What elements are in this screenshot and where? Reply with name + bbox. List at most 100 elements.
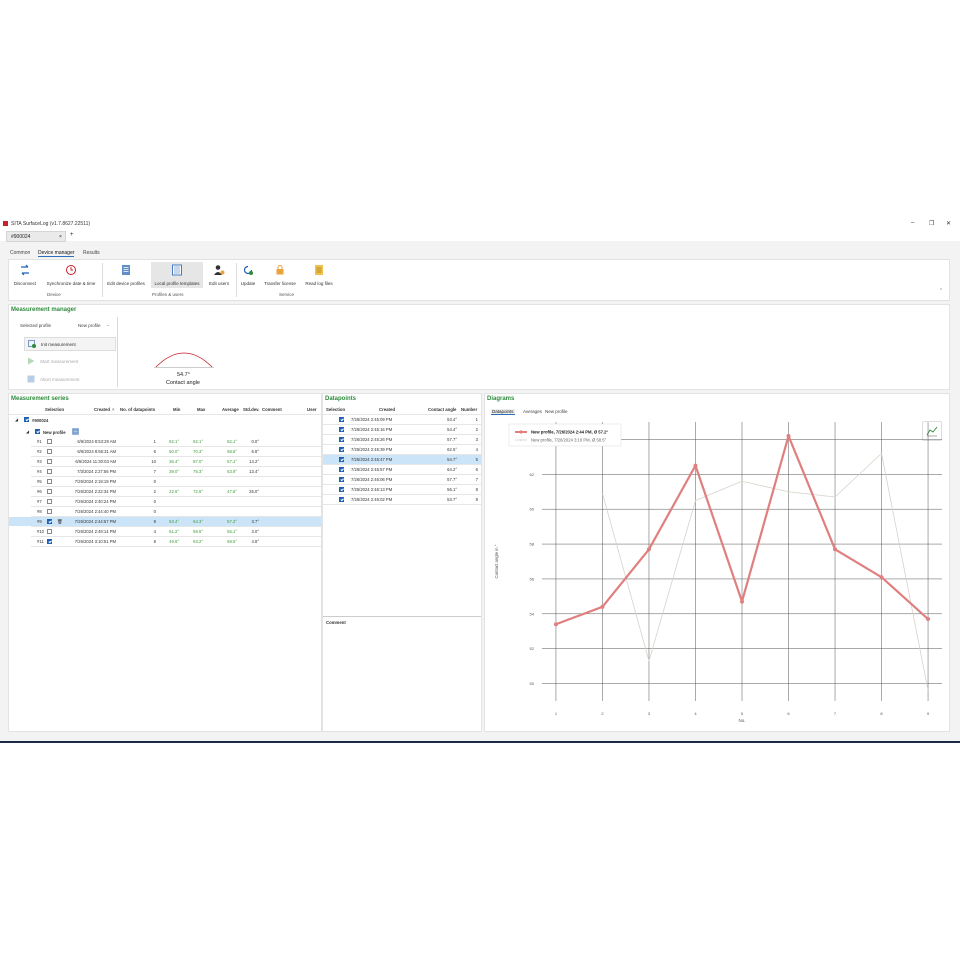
series-datapoint-count: 7	[153, 469, 156, 474]
series-row[interactable]: #5 7/26/2024 2:19:19 PM 0	[9, 479, 321, 486]
restore-button[interactable]: ❐	[929, 220, 934, 227]
col-created[interactable]: Created	[94, 407, 110, 412]
row-divider	[323, 424, 481, 425]
series-checkbox[interactable]	[47, 499, 52, 504]
delete-icon[interactable]: 🗑	[57, 519, 63, 525]
series-row[interactable]: #10 7/26/2024 2:49:14 PM 4 51.2° 59.6° 55.1° 3…	[9, 529, 321, 536]
x-axis-label: No.	[738, 718, 745, 723]
init-measurement-button[interactable]: Init measurement	[24, 337, 116, 351]
disconnect-button[interactable]: Disconnect	[11, 262, 39, 288]
col-selection[interactable]: Selection	[45, 407, 64, 412]
series-row[interactable]: #11 7/26/2024 3:10:51 PM 8 49.6° 63.2° 58.5° 4…	[9, 539, 321, 546]
dp-col-created[interactable]: Created	[379, 407, 395, 412]
series-row[interactable]: #1 6/6/2024 8:53:29 AM 1 62.1° 62.1° 62.1° 0.0…	[9, 439, 321, 446]
series-created: 6/6/2024 8:53:29 AM	[77, 439, 116, 444]
minimize-button[interactable]: –	[911, 220, 914, 226]
transfer-license-button[interactable]: Transfer license	[263, 262, 297, 288]
series-average: 63.9°	[227, 469, 237, 474]
series-checkbox[interactable]	[47, 509, 52, 514]
series-row[interactable]: #3 6/6/2024 11:30:03 AM 10 36.4° 87.0° 57.1° 1…	[9, 459, 321, 466]
sync-datetime-button[interactable]: Synchronize date & time	[45, 262, 97, 288]
datapoint-checkbox[interactable]	[339, 477, 344, 482]
col-stddev[interactable]: Std.dev.	[243, 407, 259, 412]
doc-tab-close-icon[interactable]: ×	[59, 234, 62, 240]
series-checkbox[interactable]	[47, 479, 52, 484]
root-checkbox[interactable]	[24, 417, 29, 422]
read-log-files-button[interactable]: Read log files	[303, 262, 335, 288]
tab-common[interactable]: Common	[10, 250, 30, 256]
expand-root-icon[interactable]: ◢	[15, 417, 18, 422]
datapoint-angle: 56.1°	[447, 487, 457, 492]
dp-col-selection[interactable]: Selection	[326, 407, 345, 412]
local-profile-templates-button[interactable]: Local profile templates	[151, 262, 203, 288]
datapoint-checkbox[interactable]	[339, 447, 344, 452]
series-row[interactable]: #2 6/6/2024 8:56:31 AM 6 50.0° 70.3° 58.6° 6.8…	[9, 449, 321, 456]
start-measurement-button[interactable]: Start measurement	[24, 355, 114, 367]
col-comment[interactable]: Comment	[262, 407, 282, 412]
datapoint-row[interactable]: 7/26/2024 2:45:09 PM 53.4° 1	[323, 417, 481, 424]
col-min[interactable]: Min	[173, 407, 180, 412]
tab-results[interactable]: Results	[83, 250, 100, 256]
profile-settings-icon[interactable]	[72, 428, 79, 435]
col-datapoints[interactable]: No. of datapoints	[120, 407, 155, 412]
datapoint-row[interactable]: 7/26/2024 2:46:06 PM 57.7° 7	[323, 477, 481, 484]
update-button[interactable]: Update	[239, 262, 257, 288]
series-checkbox[interactable]	[47, 449, 52, 454]
col-max[interactable]: Max	[197, 407, 205, 412]
y-tick-label: 56	[530, 576, 535, 581]
dp-col-number[interactable]: Number	[461, 407, 477, 412]
edit-users-button[interactable]: Edit users	[207, 262, 231, 288]
datapoint-checkbox[interactable]	[339, 497, 344, 502]
series-checkbox[interactable]	[47, 439, 52, 444]
datapoint-checkbox[interactable]	[339, 487, 344, 492]
collapse-ribbon-icon[interactable]: ⌃	[939, 288, 943, 294]
series-row[interactable]: #4 7/3/2024 2:27:56 PM 7 39.0° 75.3° 63.9° 13.…	[9, 469, 321, 476]
series-row[interactable]: #8 7/26/2024 2:44:40 PM 0	[9, 509, 321, 516]
close-window-button[interactable]: ✕	[946, 220, 951, 227]
abort-measurement-button[interactable]: Abort measurement	[24, 373, 114, 385]
datapoint-row[interactable]: 7/26/2024 2:46:13 PM 56.1° 8	[323, 487, 481, 494]
panel-divider	[117, 317, 118, 387]
datapoint-checkbox[interactable]	[339, 417, 344, 422]
series-checkbox[interactable]	[47, 539, 52, 544]
series-checkbox[interactable]	[47, 469, 52, 474]
profile-checkbox[interactable]	[35, 429, 40, 434]
series-id: #3	[37, 459, 42, 464]
contact-angle-value: 54.7°	[177, 372, 190, 378]
datapoint-row[interactable]: 7/26/2024 2:45:39 PM 62.5° 4	[323, 447, 481, 454]
row-divider	[31, 446, 321, 447]
series-row[interactable]: #9 🗑 7/26/2024 2:44:57 PM 9 53.4° 64.3° 57.2° 3…	[9, 519, 321, 526]
series-id: #11	[37, 539, 44, 544]
series-row[interactable]: #7 7/26/2024 2:40:24 PM 0	[9, 499, 321, 506]
row-divider	[31, 546, 321, 547]
col-average[interactable]: Average	[222, 407, 239, 412]
doc-tab[interactable]: #900024 ×	[6, 231, 66, 242]
ribbon-group-device: Device	[47, 292, 61, 297]
datapoint-checkbox[interactable]	[339, 467, 344, 472]
selected-profile-dropdown[interactable]: New profile ⌄	[75, 320, 113, 329]
dp-col-contact-angle[interactable]: Contact angle	[428, 407, 456, 412]
stop-icon	[27, 375, 35, 383]
datapoint-row[interactable]: 7/26/2024 2:45:47 PM 54.7° 5	[323, 457, 481, 464]
expand-profile-icon[interactable]: ◢	[26, 429, 29, 434]
datapoint-row[interactable]: 7/26/2024 2:45:26 PM 57.7° 3	[323, 437, 481, 444]
tab-device-manager[interactable]: Device manager	[38, 250, 75, 257]
series-row[interactable]: #6 7/26/2024 2:22:34 PM 2 22.6° 72.6° 47.6° 25…	[9, 489, 321, 496]
datapoint-checkbox[interactable]	[339, 457, 344, 462]
new-tab-button[interactable]: +	[70, 232, 74, 238]
datapoint-row[interactable]: 7/26/2024 2:45:57 PM 64.2° 6	[323, 467, 481, 474]
series-checkbox[interactable]	[47, 459, 52, 464]
series-datapoint-count: 4	[153, 529, 156, 534]
edit-device-profiles-button[interactable]: Edit device profiles	[106, 262, 146, 288]
datapoint-row[interactable]: 7/26/2024 2:46:02 PM 53.7° 9	[323, 497, 481, 504]
comment-textarea[interactable]	[325, 627, 479, 729]
series-created: 7/26/2024 2:22:34 PM	[74, 489, 116, 494]
datapoint-checkbox[interactable]	[339, 437, 344, 442]
series-checkbox[interactable]	[47, 529, 52, 534]
data-point	[693, 463, 698, 468]
series-checkbox[interactable]	[47, 519, 52, 524]
col-user[interactable]: User	[307, 407, 317, 412]
series-checkbox[interactable]	[47, 489, 52, 494]
datapoint-checkbox[interactable]	[339, 427, 344, 432]
datapoint-row[interactable]: 7/26/2024 2:45:16 PM 54.4° 2	[323, 427, 481, 434]
